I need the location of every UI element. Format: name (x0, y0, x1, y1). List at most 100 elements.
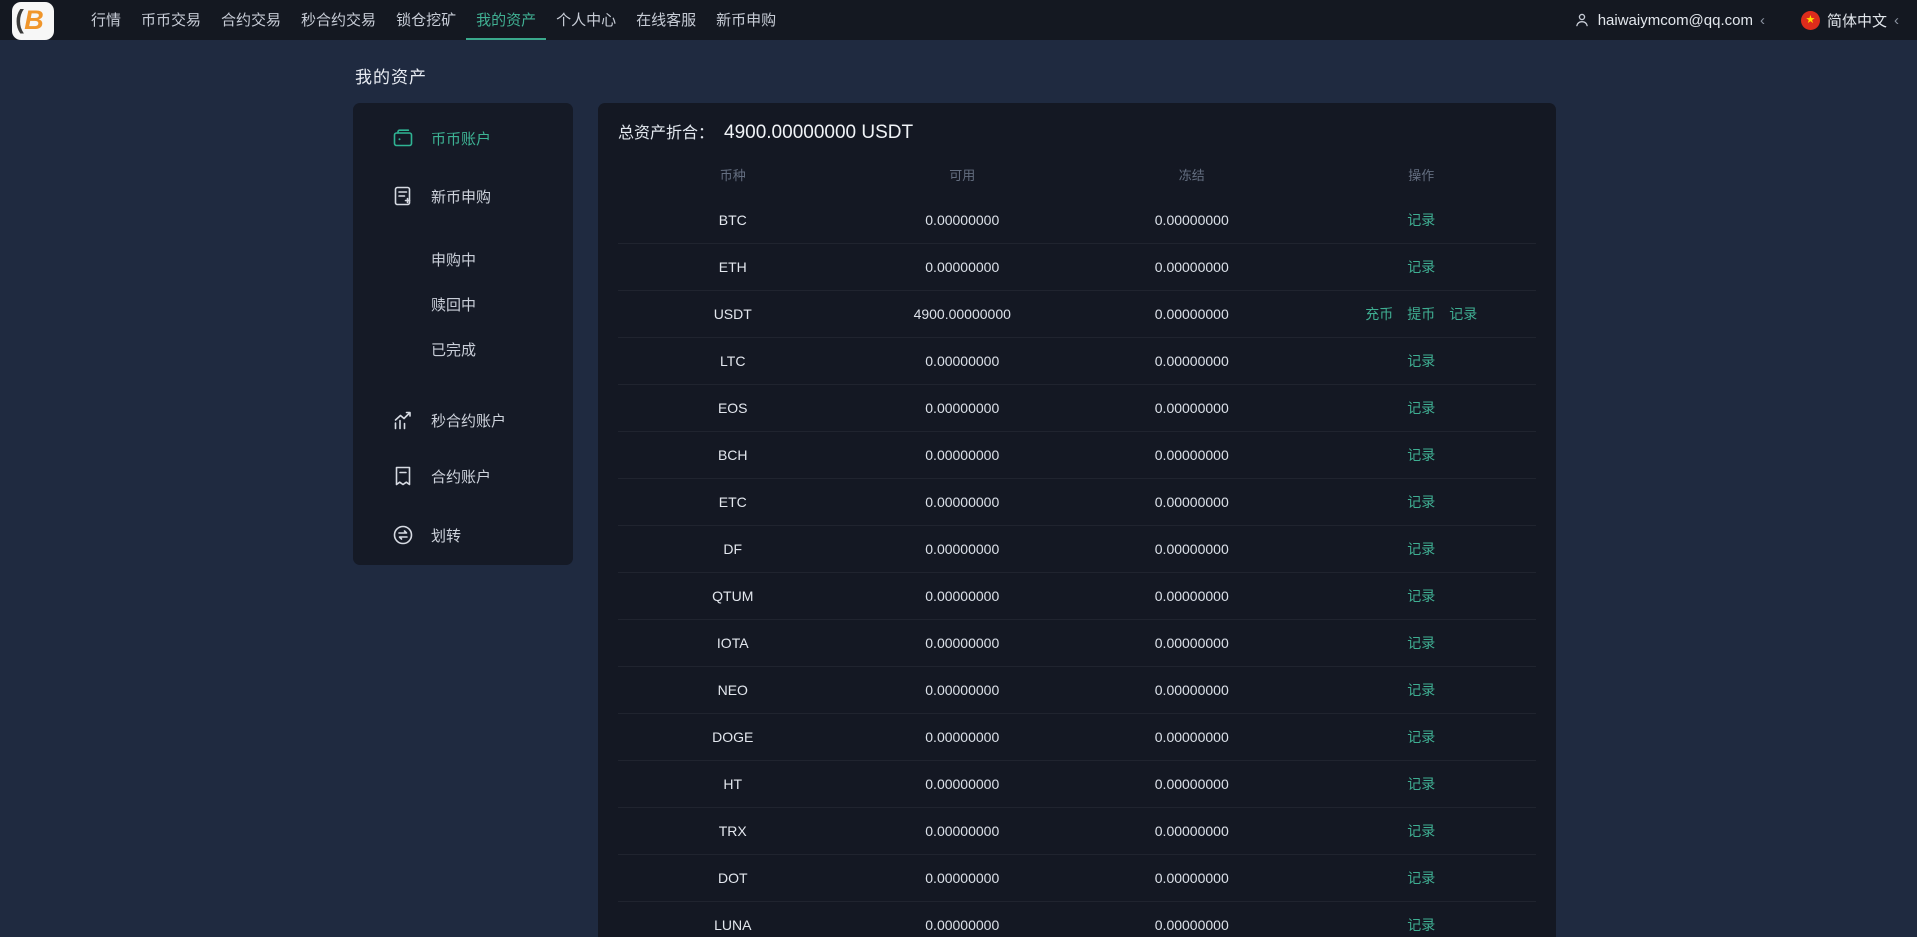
coin-name: QTUM (618, 588, 848, 604)
action-records-link[interactable]: 记录 (1407, 868, 1435, 888)
header-frozen: 冻结 (1077, 165, 1307, 184)
sidebar-item-completed[interactable]: 已完成 (353, 327, 573, 372)
asset-row-ltc: LTC0.000000000.00000000记录 (618, 338, 1536, 385)
sidebar-item-subscribing[interactable]: 申购中 (353, 237, 573, 282)
nav-item-online-service[interactable]: 在线客服 (626, 0, 706, 40)
action-records-link[interactable]: 记录 (1407, 492, 1435, 512)
header-available: 可用 (848, 165, 1078, 184)
sidebar-item-transfer[interactable]: 划转 (353, 512, 573, 558)
sidebar-item-redeeming[interactable]: 赎回中 (353, 282, 573, 327)
nav-item-my-assets[interactable]: 我的资产 (466, 0, 546, 40)
page-title: 我的资产 (355, 63, 427, 88)
action-records-link[interactable]: 记录 (1449, 304, 1477, 324)
action-records-link[interactable]: 记录 (1407, 680, 1435, 700)
nav-item-user-center[interactable]: 个人中心 (546, 0, 626, 40)
sidebar-item-contract-account[interactable]: 合约账户 (353, 453, 573, 499)
sidebar-item-label: 划转 (431, 525, 461, 546)
assets-table-header: 币种 可用 冻结 操作 (618, 151, 1536, 197)
total-assets-label: 总资产折合： (618, 119, 714, 143)
available-balance: 0.00000000 (848, 729, 1078, 745)
row-actions: 记录 (1307, 257, 1537, 277)
action-records-link[interactable]: 记录 (1407, 774, 1435, 794)
frozen-balance: 0.00000000 (1077, 682, 1307, 698)
asset-row-etc: ETC0.000000000.00000000记录 (618, 479, 1536, 526)
account-email: haiwaiymcom@qq.com (1598, 12, 1753, 29)
asset-row-bch: BCH0.000000000.00000000记录 (618, 432, 1536, 479)
language-label: 简体中文 (1827, 10, 1887, 31)
available-balance: 0.00000000 (848, 823, 1078, 839)
coin-name: BTC (618, 212, 848, 228)
action-records-link[interactable]: 记录 (1407, 539, 1435, 559)
action-records-link[interactable]: 记录 (1407, 257, 1435, 277)
asset-row-eth: ETH0.000000000.00000000记录 (618, 244, 1536, 291)
asset-row-ht: HT0.000000000.00000000记录 (618, 761, 1536, 808)
total-assets-line: 总资产折合： 4900.00000000 USDT (618, 119, 1536, 149)
asset-row-iota: IOTA0.000000000.00000000记录 (618, 620, 1536, 667)
sidebar-item-label: 秒合约账户 (431, 410, 506, 431)
action-records-link[interactable]: 记录 (1407, 727, 1435, 747)
available-balance: 0.00000000 (848, 400, 1078, 416)
action-records-link[interactable]: 记录 (1407, 398, 1435, 418)
asset-row-usdt: USDT4900.000000000.00000000充币提币记录 (618, 291, 1536, 338)
nav-item-market[interactable]: 行情 (81, 0, 131, 40)
frozen-balance: 0.00000000 (1077, 588, 1307, 604)
action-records-link[interactable]: 记录 (1407, 633, 1435, 653)
row-actions: 记录 (1307, 210, 1537, 230)
available-balance: 0.00000000 (848, 776, 1078, 792)
sidebar-item-spot-account[interactable]: 币币账户 (353, 115, 573, 161)
assets-panel: 总资产折合： 4900.00000000 USDT 币种 可用 冻结 操作 BT… (598, 103, 1556, 937)
chevron-icon: ‹ (1760, 13, 1765, 28)
row-actions: 记录 (1307, 492, 1537, 512)
sidebar-item-label: 申购中 (431, 249, 476, 270)
sidebar-item-label: 已完成 (431, 339, 476, 360)
available-balance: 0.00000000 (848, 682, 1078, 698)
coin-name: USDT (618, 306, 848, 322)
row-actions: 记录 (1307, 633, 1537, 653)
nav-item-lockup-mining[interactable]: 锁仓挖矿 (386, 0, 466, 40)
row-actions: 记录 (1307, 868, 1537, 888)
contract-doc-icon (391, 464, 415, 488)
action-records-link[interactable]: 记录 (1407, 445, 1435, 465)
coin-name: LUNA (618, 917, 848, 933)
available-balance: 0.00000000 (848, 917, 1078, 933)
available-balance: 0.00000000 (848, 588, 1078, 604)
nav-item-new-coin-subscription[interactable]: 新币申购 (706, 0, 786, 40)
action-withdraw-link[interactable]: 提币 (1407, 304, 1435, 324)
available-balance: 0.00000000 (848, 541, 1078, 557)
asset-row-btc: BTC0.000000000.00000000记录 (618, 197, 1536, 244)
coin-name: ETC (618, 494, 848, 510)
action-records-link[interactable]: 记录 (1407, 351, 1435, 371)
available-balance: 0.00000000 (848, 635, 1078, 651)
brand-logo[interactable]: B (12, 2, 54, 40)
coin-name: HT (618, 776, 848, 792)
subscription-doc-icon (391, 184, 415, 208)
coin-name: EOS (618, 400, 848, 416)
available-balance: 0.00000000 (848, 870, 1078, 886)
action-records-link[interactable]: 记录 (1407, 586, 1435, 606)
action-records-link[interactable]: 记录 (1407, 821, 1435, 841)
nav-item-contract-trading[interactable]: 合约交易 (211, 0, 291, 40)
top-navbar: B 行情币币交易合约交易秒合约交易锁仓挖矿我的资产个人中心在线客服新币申购 ha… (0, 0, 1917, 40)
nav-item-second-contract-trading[interactable]: 秒合约交易 (291, 0, 386, 40)
header-coin: 币种 (618, 165, 848, 184)
frozen-balance: 0.00000000 (1077, 494, 1307, 510)
frozen-balance: 0.00000000 (1077, 541, 1307, 557)
sidebar-item-new-coin-subscription[interactable]: 新币申购 (353, 173, 573, 219)
account-menu[interactable]: haiwaiymcom@qq.com ‹ (1573, 11, 1765, 29)
sidebar-item-second-contract-account[interactable]: 秒合约账户 (353, 397, 573, 443)
action-records-link[interactable]: 记录 (1407, 915, 1435, 935)
coin-name: NEO (618, 682, 848, 698)
coin-name: IOTA (618, 635, 848, 651)
row-actions: 充币提币记录 (1307, 304, 1537, 324)
available-balance: 0.00000000 (848, 447, 1078, 463)
asset-row-qtum: QTUM0.000000000.00000000记录 (618, 573, 1536, 620)
sidebar-item-label: 币币账户 (431, 128, 491, 149)
nav-item-spot-trading[interactable]: 币币交易 (131, 0, 211, 40)
frozen-balance: 0.00000000 (1077, 917, 1307, 933)
action-deposit-link[interactable]: 充币 (1365, 304, 1393, 324)
action-records-link[interactable]: 记录 (1407, 210, 1435, 230)
asset-row-neo: NEO0.000000000.00000000记录 (618, 667, 1536, 714)
language-menu[interactable]: ★ 简体中文 ‹ (1801, 10, 1899, 31)
row-actions: 记录 (1307, 398, 1537, 418)
row-actions: 记录 (1307, 680, 1537, 700)
